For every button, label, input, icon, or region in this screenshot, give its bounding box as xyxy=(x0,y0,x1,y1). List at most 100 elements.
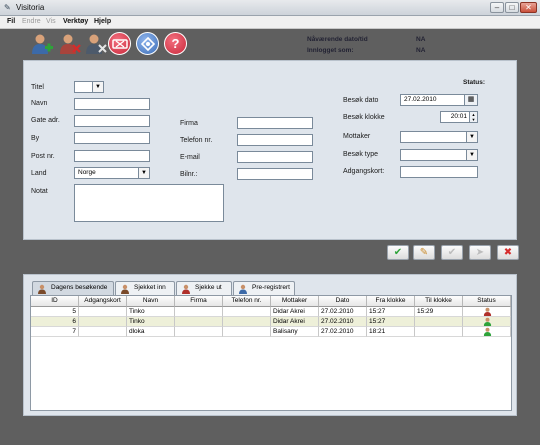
title-label: Titel xyxy=(31,84,44,91)
minimize-button[interactable]: – xyxy=(490,2,504,13)
close-button[interactable]: ✕ xyxy=(520,2,537,13)
help-icon[interactable]: ? xyxy=(164,32,187,55)
postal-input[interactable] xyxy=(74,150,150,162)
visit-time-label: Besøk klokke xyxy=(343,114,385,121)
cell-from-time: 15:27 xyxy=(367,317,415,327)
cell-to-time: 15:29 xyxy=(415,307,463,317)
window-title: Visitoria xyxy=(16,3,45,12)
tab-pre-registrert[interactable]: Pre-registrert xyxy=(233,281,295,295)
postal-label: Post nr. xyxy=(31,153,55,160)
tab-dagens-besokende[interactable]: Dagens besøkende xyxy=(32,281,114,295)
cell-to-time xyxy=(415,327,463,337)
menu-verktoy[interactable]: Verktøy xyxy=(63,18,88,25)
access-card-input[interactable] xyxy=(400,166,478,178)
remove-user-icon[interactable] xyxy=(58,32,82,56)
column-header-id[interactable]: ID xyxy=(31,296,79,307)
name-label: Navn xyxy=(31,100,48,107)
note-label: Notat xyxy=(31,188,48,195)
refresh-icon[interactable] xyxy=(136,32,159,55)
status-label: Status: xyxy=(463,79,486,86)
cell-access-card xyxy=(79,317,127,327)
receiver-select[interactable]: ▼ xyxy=(400,131,478,143)
name-input[interactable] xyxy=(74,98,150,110)
visitor-icon xyxy=(38,284,46,294)
cell-status xyxy=(463,317,511,327)
menu-endre[interactable]: Endre xyxy=(22,18,41,25)
table-row[interactable]: 7 dloka Balisany 27.02.2010 18:21 xyxy=(31,327,511,337)
company-input[interactable] xyxy=(237,117,313,129)
tab-sjekket-inn[interactable]: Sjekket inn xyxy=(115,281,175,295)
cell-company xyxy=(175,307,223,317)
current-datetime-label: Nåværende dato/tid xyxy=(307,36,368,43)
column-header-to-time[interactable]: Til klokke xyxy=(415,296,463,307)
visit-type-label: Besøk type xyxy=(343,151,379,158)
column-header-date[interactable]: Dato xyxy=(319,296,367,307)
cell-date: 27.02.2010 xyxy=(319,327,367,337)
add-user-icon[interactable] xyxy=(30,32,54,56)
street-input[interactable] xyxy=(74,115,150,127)
column-header-from-time[interactable]: Fra klokke xyxy=(367,296,415,307)
checked-in-icon xyxy=(483,317,492,326)
edit-user-icon[interactable] xyxy=(84,32,108,56)
edit-button[interactable]: ✎ xyxy=(413,245,435,260)
delete-button[interactable]: ✖ xyxy=(497,245,519,260)
email-input[interactable] xyxy=(237,151,313,163)
title-select[interactable]: ▼ xyxy=(74,81,104,93)
delete-icon: ✖ xyxy=(503,247,513,258)
cell-name: Tinko xyxy=(127,307,175,317)
chevron-down-icon: ▼ xyxy=(466,132,477,142)
car-label: Bilnr.: xyxy=(180,171,198,178)
visit-date-label: Besøk dato xyxy=(343,97,379,104)
cell-from-time: 18:21 xyxy=(367,327,415,337)
cell-date: 27.02.2010 xyxy=(319,317,367,327)
cell-receiver: Balisany xyxy=(271,327,319,337)
pencil-icon: ✎ xyxy=(419,247,429,258)
phone-input[interactable] xyxy=(237,134,313,146)
column-header-receiver[interactable]: Mottaker xyxy=(271,296,319,307)
arrow-disabled-icon: ➤ xyxy=(475,247,485,258)
car-input[interactable] xyxy=(237,168,313,180)
access-card-label: Adgangskort: xyxy=(343,168,385,175)
disabled-action-button[interactable]: ➤ xyxy=(469,245,491,260)
cell-phone xyxy=(223,307,271,317)
street-label: Gate adr. xyxy=(31,117,60,124)
note-textarea[interactable] xyxy=(74,184,224,222)
pre-registered-icon xyxy=(239,284,247,294)
city-input[interactable] xyxy=(74,132,150,144)
cell-name: Tinko xyxy=(127,317,175,327)
city-label: By xyxy=(31,135,40,142)
menu-fil[interactable]: Fil xyxy=(7,18,15,25)
maximize-button[interactable]: □ xyxy=(505,2,519,13)
app-icon: ✎ xyxy=(4,3,11,12)
cell-phone xyxy=(223,317,271,327)
column-header-phone[interactable]: Telefon nr. xyxy=(223,296,271,307)
visit-date-input[interactable]: 27.02.2010 ▦ xyxy=(400,94,478,106)
cell-access-card xyxy=(79,307,127,317)
disabled-confirm-button[interactable]: ✔ xyxy=(441,245,463,260)
tab-sjekke-ut[interactable]: Sjekke ut xyxy=(176,281,232,295)
column-header-status[interactable]: Status xyxy=(463,296,511,307)
checked-in-icon xyxy=(121,284,129,294)
email-label: E-mail xyxy=(180,154,200,161)
time-spinner-icon[interactable]: ▲ ▼ xyxy=(469,112,477,122)
title-bar: ✎ Visitoria – □ ✕ xyxy=(0,0,540,16)
column-header-access-card[interactable]: Adgangskort xyxy=(79,296,127,307)
cell-phone xyxy=(223,327,271,337)
checked-out-icon xyxy=(182,284,190,294)
menu-vis[interactable]: Vis xyxy=(46,18,56,25)
confirm-button[interactable]: ✔ xyxy=(387,245,409,260)
calendar-icon[interactable]: ▦ xyxy=(464,95,477,105)
column-header-name[interactable]: Navn xyxy=(127,296,175,307)
table-row[interactable]: 6 Tinko Didar Akrei 27.02.2010 15:27 xyxy=(31,317,511,327)
menu-bar: Fil Endre Vis Verktøy Hjelp xyxy=(0,16,540,29)
visit-time-input[interactable]: 20:01 ▲ ▼ xyxy=(440,111,478,123)
table-row[interactable]: 5 Tinko Didar Akrei 27.02.2010 15:27 15:… xyxy=(31,307,511,317)
check-disabled-icon: ✔ xyxy=(447,247,457,258)
cell-id: 6 xyxy=(31,317,79,327)
menu-hjelp[interactable]: Hjelp xyxy=(94,18,111,25)
cell-receiver: Didar Akrei xyxy=(271,307,319,317)
visit-type-select[interactable]: ▼ xyxy=(400,149,478,161)
column-header-company[interactable]: Firma xyxy=(175,296,223,307)
country-select[interactable]: Norge ▼ xyxy=(74,167,150,179)
cancel-visit-icon[interactable] xyxy=(108,32,131,55)
